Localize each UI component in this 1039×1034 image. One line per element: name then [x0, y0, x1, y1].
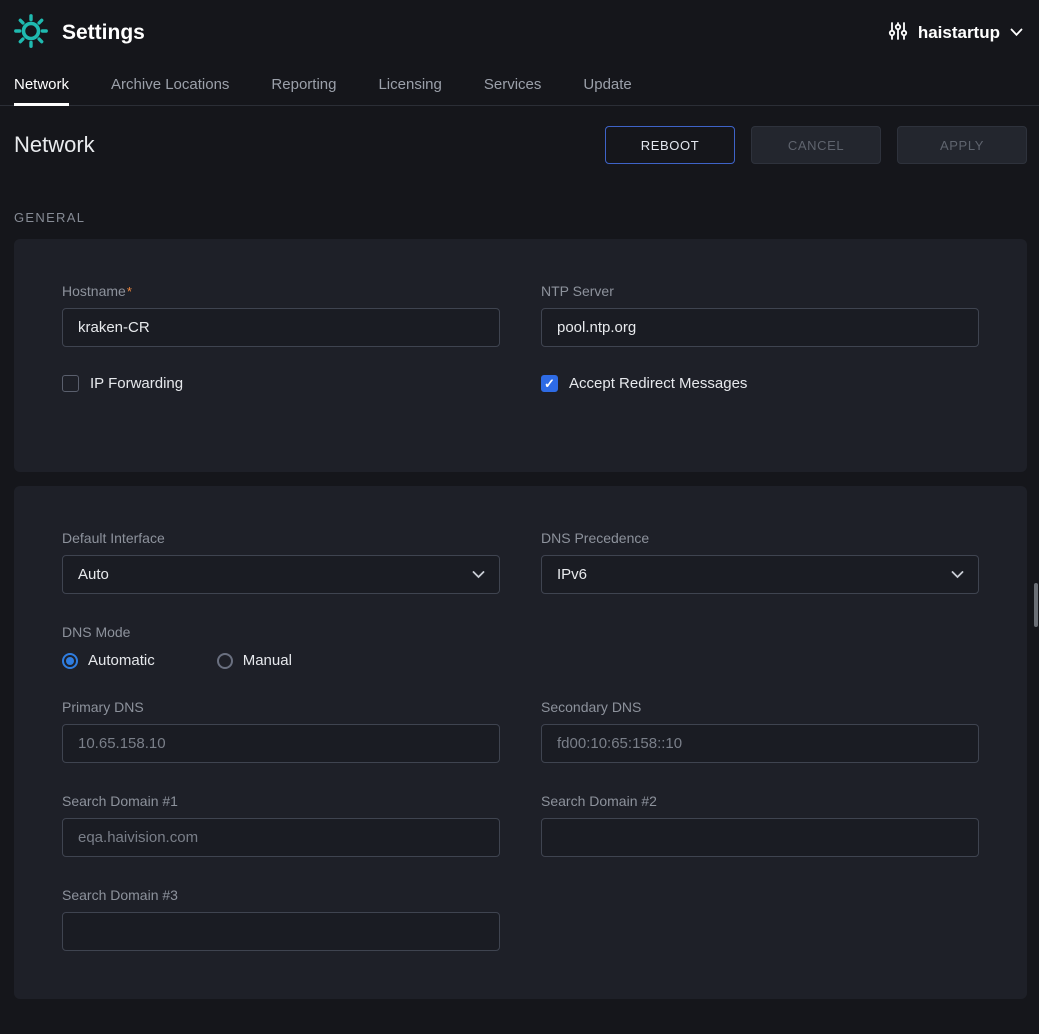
- search-domain-2-field: Search Domain #2: [541, 793, 979, 857]
- dns-precedence-label: DNS Precedence: [541, 530, 979, 546]
- account-name: haistartup: [918, 23, 1000, 43]
- dns-mode-automatic-radio[interactable]: Automatic: [62, 652, 155, 669]
- tab-update[interactable]: Update: [583, 66, 631, 106]
- search-domain-1-field: Search Domain #1: [62, 793, 500, 857]
- secondary-dns-field: Secondary DNS: [541, 699, 979, 763]
- dns-mode-field: DNS Mode Automatic Manual: [62, 624, 979, 669]
- page-head: Network REBOOT CANCEL APPLY: [14, 126, 1027, 164]
- ip-forwarding-label: IP Forwarding: [90, 375, 183, 392]
- tab-reporting[interactable]: Reporting: [271, 66, 336, 106]
- accept-redirect-checkbox[interactable]: ✓ Accept Redirect Messages: [541, 375, 979, 392]
- default-interface-select[interactable]: Auto: [62, 555, 500, 594]
- required-asterisk: *: [127, 284, 132, 299]
- dns-precedence-value: IPv6: [557, 566, 587, 583]
- dns-mode-automatic-label: Automatic: [88, 652, 155, 669]
- search-domain-1-label: Search Domain #1: [62, 793, 500, 809]
- section-general-label: GENERAL: [14, 210, 1027, 225]
- hostname-field: Hostname*: [62, 283, 500, 347]
- ip-forwarding-checkbox[interactable]: IP Forwarding: [62, 375, 500, 392]
- search-domain-3-label: Search Domain #3: [62, 887, 500, 903]
- brand: Settings: [14, 14, 145, 53]
- chevron-down-icon: [951, 566, 964, 583]
- cancel-button[interactable]: CANCEL: [751, 126, 881, 164]
- dns-mode-manual-label: Manual: [243, 652, 292, 669]
- search-domain-3-field: Search Domain #3: [62, 887, 500, 951]
- tab-services[interactable]: Services: [484, 66, 542, 106]
- dns-mode-label: DNS Mode: [62, 624, 979, 640]
- tab-licensing[interactable]: Licensing: [378, 66, 441, 106]
- primary-dns-field: Primary DNS: [62, 699, 500, 763]
- tab-network[interactable]: Network: [14, 66, 69, 106]
- settings-tabbar: Network Archive Locations Reporting Lice…: [0, 66, 1039, 106]
- checkbox-checked-icon[interactable]: ✓: [541, 375, 558, 392]
- page-title: Network: [14, 132, 95, 158]
- chevron-down-icon: [472, 566, 485, 583]
- ntp-server-label: NTP Server: [541, 283, 979, 299]
- radio-unselected-icon[interactable]: [217, 653, 233, 669]
- dns-mode-manual-radio[interactable]: Manual: [217, 652, 292, 669]
- default-interface-field: Default Interface Auto: [62, 530, 500, 594]
- search-domain-2-input[interactable]: [541, 818, 979, 857]
- hostname-label: Hostname: [62, 283, 126, 299]
- scrollbar-thumb[interactable]: [1034, 583, 1038, 627]
- gear-icon: [14, 14, 48, 53]
- account-menu[interactable]: haistartup: [888, 21, 1023, 46]
- sliders-icon: [888, 21, 908, 46]
- chevron-down-icon: [1010, 24, 1023, 42]
- secondary-dns-label: Secondary DNS: [541, 699, 979, 715]
- app-title: Settings: [62, 21, 145, 45]
- dns-mode-radio-group: Automatic Manual: [62, 652, 979, 669]
- ntp-server-input[interactable]: [541, 308, 979, 347]
- search-domain-2-label: Search Domain #2: [541, 793, 979, 809]
- network-dns-card: Default Interface Auto DNS Precedence IP…: [14, 486, 1027, 999]
- reboot-button[interactable]: REBOOT: [605, 126, 735, 164]
- secondary-dns-input[interactable]: [541, 724, 979, 763]
- apply-button[interactable]: APPLY: [897, 126, 1027, 164]
- default-interface-label: Default Interface: [62, 530, 500, 546]
- tab-archive-locations[interactable]: Archive Locations: [111, 66, 229, 106]
- primary-dns-input[interactable]: [62, 724, 500, 763]
- checkbox-unchecked-icon[interactable]: [62, 375, 79, 392]
- search-domain-3-input[interactable]: [62, 912, 500, 951]
- dns-precedence-field: DNS Precedence IPv6: [541, 530, 979, 594]
- hostname-input[interactable]: [62, 308, 500, 347]
- action-buttons: REBOOT CANCEL APPLY: [605, 126, 1027, 164]
- default-interface-value: Auto: [78, 566, 109, 583]
- accept-redirect-label: Accept Redirect Messages: [569, 375, 747, 392]
- dns-precedence-select[interactable]: IPv6: [541, 555, 979, 594]
- search-domain-1-input[interactable]: [62, 818, 500, 857]
- ntp-server-field: NTP Server: [541, 283, 979, 347]
- app-header: Settings haistartup: [0, 0, 1039, 66]
- radio-selected-icon[interactable]: [62, 653, 78, 669]
- primary-dns-label: Primary DNS: [62, 699, 500, 715]
- general-card: Hostname* NTP Server IP Forwarding ✓ Acc…: [14, 239, 1027, 472]
